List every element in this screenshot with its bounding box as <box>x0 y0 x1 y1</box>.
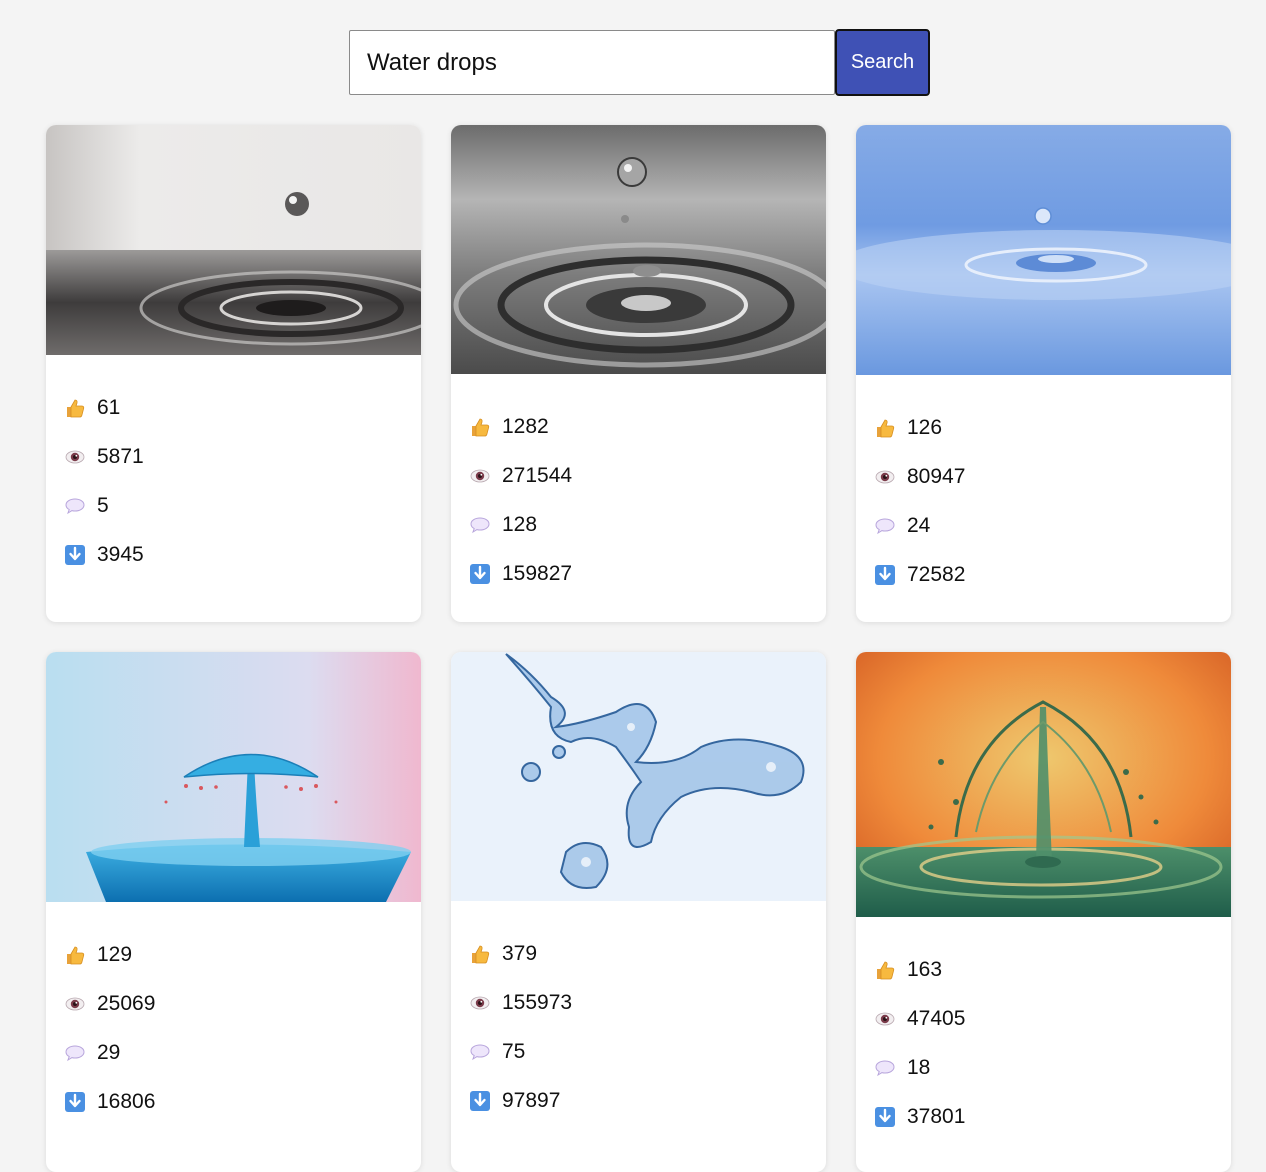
card-thumbnail[interactable] <box>46 652 421 902</box>
likes-count: 1282 <box>502 414 549 438</box>
speech-bubble-icon <box>874 515 896 537</box>
speech-bubble-icon <box>64 495 86 517</box>
likes-stat: 126 <box>874 403 1213 452</box>
views-stat: 271544 <box>469 451 808 500</box>
downloads-count: 3945 <box>97 542 144 566</box>
water-drop-photo <box>46 652 421 902</box>
comments-stat: 128 <box>469 500 808 549</box>
thumbs-up-icon <box>469 943 491 965</box>
thumbs-up-icon <box>874 417 896 439</box>
likes-count: 126 <box>907 415 943 439</box>
search-button[interactable]: Search <box>835 29 930 96</box>
likes-stat: 129 <box>64 930 403 979</box>
water-splash-photo <box>451 652 826 901</box>
image-card[interactable]: 1282 271544 128 159827 <box>451 125 826 622</box>
views-count: 80947 <box>907 464 966 488</box>
downloads-count: 159827 <box>502 561 573 585</box>
card-thumbnail[interactable] <box>451 125 826 374</box>
image-card[interactable]: 163 47405 18 37801 <box>856 652 1231 1172</box>
card-thumbnail[interactable] <box>856 652 1231 917</box>
card-stats: 163 47405 18 37801 <box>856 917 1231 1141</box>
download-arrow-icon <box>874 564 896 586</box>
likes-stat: 61 <box>64 383 403 432</box>
eye-icon <box>64 446 86 468</box>
thumbs-up-icon <box>64 397 86 419</box>
comments-count: 24 <box>907 513 931 537</box>
speech-bubble-icon <box>64 1042 86 1064</box>
likes-stat: 379 <box>469 929 808 978</box>
image-card[interactable]: 129 25069 29 16806 <box>46 652 421 1172</box>
comments-count: 29 <box>97 1040 121 1064</box>
downloads-stat: 97897 <box>469 1076 808 1125</box>
thumbs-up-icon <box>874 959 896 981</box>
downloads-stat: 159827 <box>469 549 808 598</box>
downloads-stat: 72582 <box>874 550 1213 599</box>
card-thumbnail[interactable] <box>451 652 826 901</box>
card-thumbnail[interactable] <box>46 125 421 355</box>
likes-count: 163 <box>907 957 943 981</box>
water-drop-photo <box>451 125 826 374</box>
download-arrow-icon <box>874 1106 896 1128</box>
views-count: 25069 <box>97 991 156 1015</box>
download-arrow-icon <box>469 1090 491 1112</box>
views-count: 47405 <box>907 1006 966 1030</box>
downloads-count: 97897 <box>502 1088 561 1112</box>
image-card[interactable]: 379 155973 75 97897 <box>451 652 826 1172</box>
comments-stat: 29 <box>64 1028 403 1077</box>
comments-stat: 5 <box>64 481 403 530</box>
downloads-count: 72582 <box>907 562 966 586</box>
views-stat: 155973 <box>469 978 808 1027</box>
downloads-stat: 3945 <box>64 530 403 579</box>
speech-bubble-icon <box>874 1057 896 1079</box>
water-splash-photo <box>856 652 1231 917</box>
download-arrow-icon <box>64 544 86 566</box>
downloads-stat: 16806 <box>64 1077 403 1126</box>
card-stats: 1282 271544 128 159827 <box>451 374 826 598</box>
views-stat: 80947 <box>874 452 1213 501</box>
card-stats: 129 25069 29 16806 <box>46 902 421 1126</box>
download-arrow-icon <box>64 1091 86 1113</box>
speech-bubble-icon <box>469 514 491 536</box>
likes-count: 61 <box>97 395 121 419</box>
likes-count: 129 <box>97 942 133 966</box>
downloads-count: 16806 <box>97 1089 156 1113</box>
water-drop-photo <box>856 125 1231 375</box>
water-drop-photo <box>46 125 421 355</box>
eye-icon <box>874 1008 896 1030</box>
download-arrow-icon <box>469 563 491 585</box>
eye-icon <box>874 466 896 488</box>
views-count: 5871 <box>97 444 144 468</box>
views-stat: 5871 <box>64 432 403 481</box>
downloads-stat: 37801 <box>874 1092 1213 1141</box>
likes-stat: 163 <box>874 945 1213 994</box>
eye-icon <box>469 465 491 487</box>
card-stats: 126 80947 24 72582 <box>856 375 1231 599</box>
thumbs-up-icon <box>64 944 86 966</box>
search-input[interactable] <box>349 30 835 95</box>
comments-stat: 75 <box>469 1027 808 1076</box>
comments-stat: 18 <box>874 1043 1213 1092</box>
comments-count: 5 <box>97 493 109 517</box>
likes-count: 379 <box>502 941 538 965</box>
comments-count: 128 <box>502 512 538 536</box>
views-count: 155973 <box>502 990 573 1014</box>
views-stat: 47405 <box>874 994 1213 1043</box>
views-stat: 25069 <box>64 979 403 1028</box>
downloads-count: 37801 <box>907 1104 966 1128</box>
card-stats: 61 5871 5 3945 <box>46 355 421 579</box>
card-stats: 379 155973 75 97897 <box>451 901 826 1125</box>
speech-bubble-icon <box>469 1041 491 1063</box>
comments-stat: 24 <box>874 501 1213 550</box>
image-card[interactable]: 126 80947 24 72582 <box>856 125 1231 622</box>
comments-count: 75 <box>502 1039 526 1063</box>
eye-icon <box>469 992 491 1014</box>
eye-icon <box>64 993 86 1015</box>
search-bar: Search <box>349 29 930 96</box>
image-card[interactable]: 61 5871 5 3945 <box>46 125 421 622</box>
likes-stat: 1282 <box>469 402 808 451</box>
comments-count: 18 <box>907 1055 931 1079</box>
thumbs-up-icon <box>469 416 491 438</box>
card-thumbnail[interactable] <box>856 125 1231 375</box>
views-count: 271544 <box>502 463 573 487</box>
